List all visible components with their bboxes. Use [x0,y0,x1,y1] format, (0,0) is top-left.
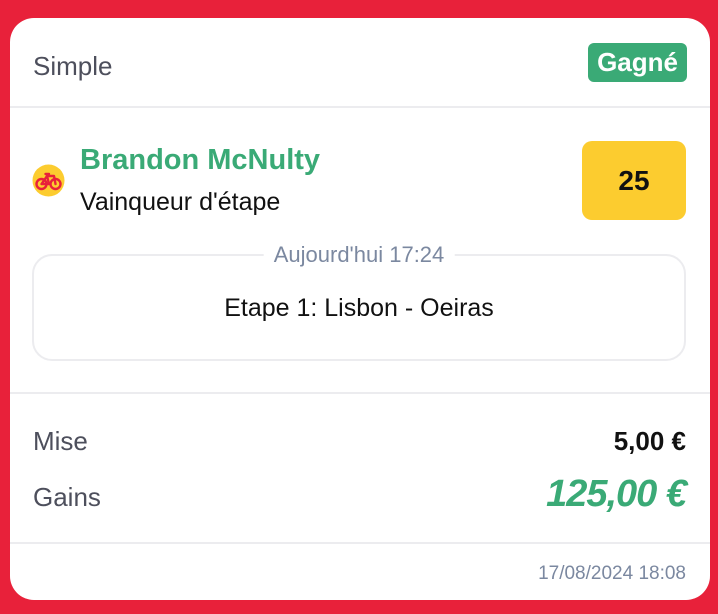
cycling-icon [32,164,65,197]
status-badge: Gagné [588,43,687,82]
divider [10,392,710,394]
event-box: Aujourd'hui 17:24 Etape 1: Lisbon - Oeir… [32,242,686,361]
divider [10,542,710,544]
event-name: Etape 1: Lisbon - Oeiras [224,294,494,322]
bet-card[interactable]: Simple Gagné Brandon McNulty Vainqueur d… [10,18,710,600]
gains-label: Gains [33,482,101,512]
market-name: Vainqueur d'étape [80,188,281,216]
stake-value: 5,00 € [613,426,686,456]
odds-badge: 25 [582,141,686,220]
gains-value: 125,00 € [546,473,687,515]
rider-name: Brandon McNulty [80,144,321,176]
event-date: Aujourd'hui 17:24 [263,242,455,268]
bet-type-label: Simple [33,51,113,81]
bet-timestamp: 17/08/2024 18:08 [538,563,686,584]
stake-label: Mise [33,426,88,456]
bet-header: Simple Gagné [10,18,710,108]
